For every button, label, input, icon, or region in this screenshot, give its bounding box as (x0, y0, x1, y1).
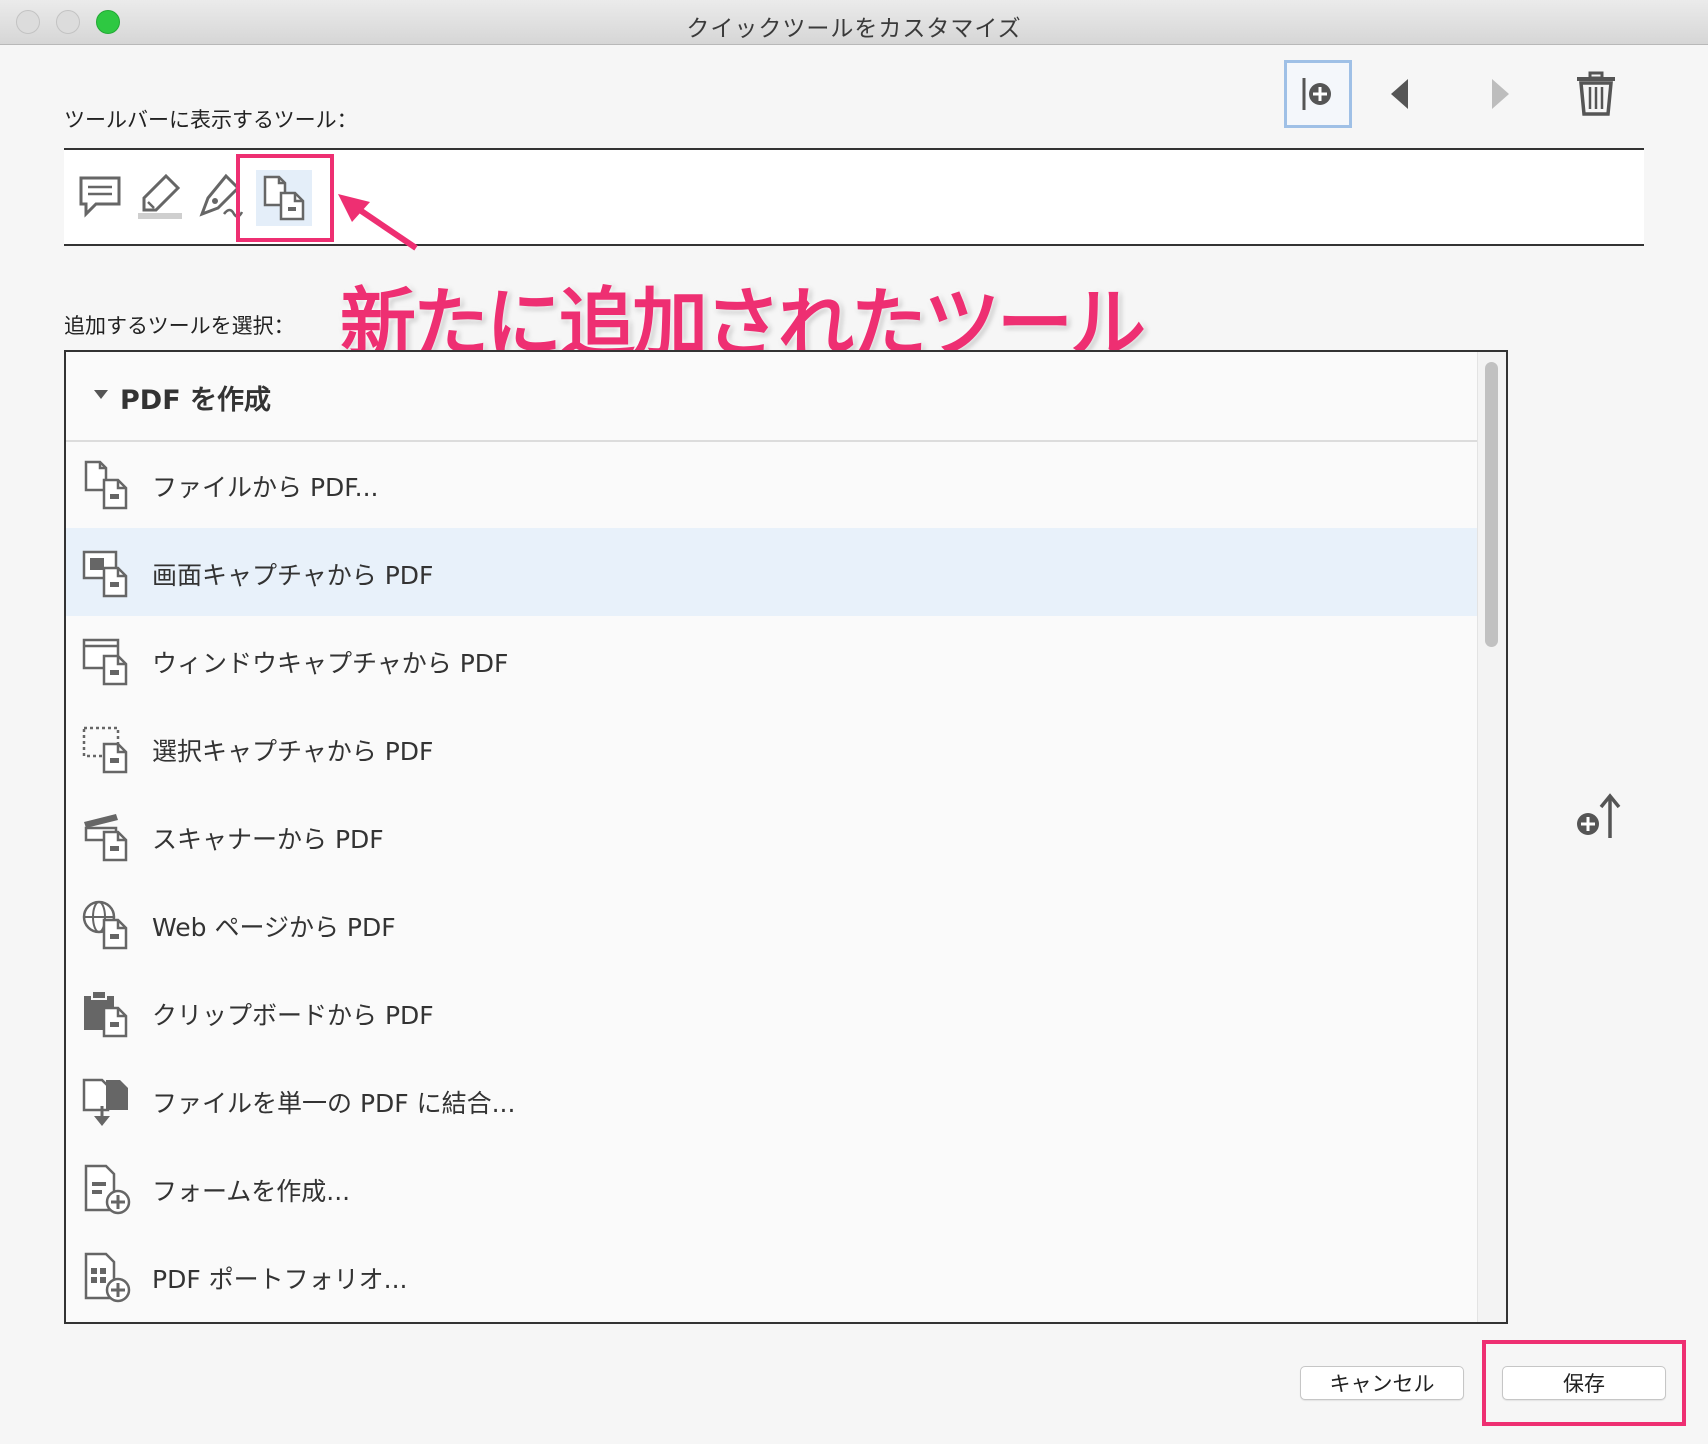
item-label: クリップボードから PDF (152, 1001, 434, 1030)
title-bar: クイックツールをカスタマイズ (0, 0, 1708, 45)
item-label: Web ページから PDF (152, 913, 396, 942)
move-left-button[interactable] (1366, 60, 1434, 128)
select-tools-label: 追加するツールを選択： (64, 314, 295, 338)
scrollbar[interactable] (1477, 352, 1506, 1322)
screen-capture-icon (82, 550, 128, 598)
item-label: ウィンドウキャプチャから PDF (152, 649, 509, 678)
group-title: PDF を作成 (120, 385, 272, 416)
combine-files-icon (82, 1078, 128, 1126)
comment-tool[interactable] (72, 168, 128, 224)
item-label: スキャナーから PDF (152, 825, 384, 854)
arrow-icon (338, 194, 418, 251)
add-to-toolbar-up-icon[interactable] (1572, 790, 1624, 842)
create-form-icon (84, 1164, 131, 1215)
item-label: ファイルから PDF... (152, 473, 379, 502)
item-label: ファイルを単一の PDF に結合... (152, 1089, 516, 1118)
list-item[interactable]: ファイルから PDF... (66, 440, 1478, 528)
item-label: 選択キャプチャから PDF (152, 737, 434, 766)
customize-quick-tools-window: クイックツールをカスタマイズ ツールバーに表示するツール： 新たに追加されたツー… (0, 0, 1708, 1444)
list-item[interactable]: スキャナーから PDF (66, 792, 1478, 880)
delete-tool-button[interactable] (1562, 60, 1630, 128)
list-item[interactable]: クリップボードから PDF (66, 968, 1478, 1056)
disclosure-triangle-icon[interactable] (94, 390, 108, 399)
item-label: PDF ポートフォリオ... (152, 1265, 408, 1294)
scrollbar-thumb[interactable] (1485, 362, 1498, 647)
clipboard-icon (84, 990, 128, 1038)
file-to-pdf-icon (84, 460, 128, 510)
new-tool-highlight-frame (236, 154, 334, 242)
selection-capture-icon (82, 726, 128, 774)
tool-list: PDF を作成 ファイルから PDF... 画面キャプチャから PDF ウィンド… (64, 350, 1508, 1324)
list-item[interactable]: フォームを作成... (66, 1144, 1478, 1232)
toolbar-tools-label: ツールバーに表示するツール： (64, 108, 358, 132)
triangle-left-icon (1391, 79, 1408, 109)
add-to-toolbar-button[interactable] (1284, 60, 1352, 128)
scanner-icon (84, 814, 128, 862)
comment-icon (79, 176, 121, 218)
group-header[interactable]: PDF を作成 (66, 352, 1478, 442)
item-label: フォームを作成... (152, 1177, 351, 1206)
list-item[interactable]: PDF ポートフォリオ... (66, 1232, 1478, 1320)
save-highlight-frame (1482, 1340, 1686, 1426)
cancel-button[interactable]: キャンセル (1300, 1366, 1464, 1400)
list-item[interactable]: ウィンドウキャプチャから PDF (66, 616, 1478, 704)
triangle-right-icon (1492, 79, 1509, 109)
list-item[interactable]: 選択キャプチャから PDF (66, 704, 1478, 792)
list-item[interactable]: Web ページから PDF (66, 880, 1478, 968)
window-capture-icon (82, 638, 128, 686)
list-item[interactable]: ファイルを単一の PDF に結合... (66, 1056, 1478, 1144)
list-item-selected[interactable]: 画面キャプチャから PDF (66, 528, 1478, 616)
add-tool-icon (1302, 78, 1331, 110)
move-right-button[interactable] (1466, 60, 1534, 128)
window-title: クイックツールをカスタマイズ (686, 16, 1022, 42)
globe-icon (82, 900, 128, 950)
trash-icon (1577, 71, 1615, 116)
highlight-tool[interactable] (132, 168, 188, 224)
item-label: 画面キャプチャから PDF (152, 561, 434, 590)
highlighter-icon (138, 173, 182, 219)
portfolio-icon (84, 1252, 131, 1303)
